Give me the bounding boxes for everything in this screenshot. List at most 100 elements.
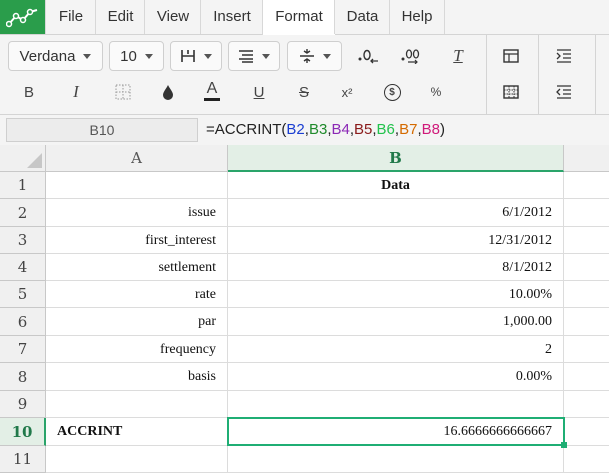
cell-c3[interactable] bbox=[564, 227, 609, 254]
menu-format[interactable]: Format bbox=[262, 0, 335, 35]
select-all-corner[interactable] bbox=[0, 145, 46, 172]
align-button[interactable] bbox=[228, 41, 280, 71]
formula-bar: B10 =ACCRINT(B2,B3,B4,B5,B6,B7,B8) bbox=[0, 115, 609, 146]
cell-b3[interactable]: 12/31/2012 bbox=[228, 227, 564, 254]
row-header-5[interactable]: 5 bbox=[0, 281, 46, 308]
cell-c4[interactable] bbox=[564, 254, 609, 281]
cell-c9[interactable] bbox=[564, 391, 609, 418]
cell-a3[interactable]: first_interest bbox=[46, 227, 228, 254]
row-header-11[interactable]: 11 bbox=[0, 446, 46, 473]
decrease-decimal-icon bbox=[358, 49, 378, 64]
menu-data[interactable]: Data bbox=[334, 0, 390, 34]
table-button[interactable] bbox=[497, 42, 525, 70]
cell-a6[interactable]: par bbox=[46, 308, 228, 336]
clear-format-icon: T bbox=[453, 46, 463, 65]
cell-c6[interactable] bbox=[564, 308, 609, 336]
valign-icon bbox=[299, 49, 314, 63]
cell-a9[interactable] bbox=[46, 391, 228, 418]
toolbar-divider bbox=[538, 35, 539, 114]
menu-file[interactable]: File bbox=[45, 0, 96, 34]
decrease-decimal-button[interactable] bbox=[354, 42, 382, 70]
row-header-9[interactable]: 9 bbox=[0, 391, 46, 418]
cell-a4[interactable]: settlement bbox=[46, 254, 228, 281]
row-header-8[interactable]: 8 bbox=[0, 363, 46, 391]
row-header-1[interactable]: 1 bbox=[0, 172, 46, 199]
column-header-a[interactable]: A bbox=[46, 145, 228, 172]
chevron-down-icon bbox=[262, 53, 270, 59]
cell-a7[interactable]: frequency bbox=[46, 336, 228, 363]
fill-handle[interactable] bbox=[561, 442, 567, 448]
cell-c10[interactable] bbox=[564, 418, 609, 446]
cell-b5[interactable]: 10.00% bbox=[228, 281, 564, 308]
borders-button[interactable] bbox=[170, 41, 222, 71]
cell-b8[interactable]: 0.00% bbox=[228, 363, 564, 391]
font-family-select[interactable]: Verdana bbox=[8, 41, 103, 71]
cell-b6[interactable]: 1,000.00 bbox=[228, 308, 564, 336]
toolbar-divider bbox=[486, 35, 487, 114]
row-header-10[interactable]: 10 bbox=[0, 418, 46, 446]
cell-c1[interactable] bbox=[564, 172, 609, 199]
formula-ref-b6: B6 bbox=[376, 121, 395, 138]
border-style-button[interactable] bbox=[109, 78, 137, 106]
column-header-b[interactable]: B bbox=[228, 145, 564, 172]
bold-button[interactable]: B bbox=[15, 78, 43, 106]
cell-c11[interactable] bbox=[564, 446, 609, 473]
underline-icon: U bbox=[253, 83, 265, 101]
cell-c5[interactable] bbox=[564, 281, 609, 308]
fill-color-button[interactable] bbox=[154, 78, 182, 106]
cell-a2[interactable]: issue bbox=[46, 199, 228, 227]
cell-b2[interactable]: 6/1/2012 bbox=[228, 199, 564, 227]
increase-decimal-icon bbox=[401, 49, 420, 64]
menu-insert[interactable]: Insert bbox=[200, 0, 263, 34]
clear-format-button[interactable]: T bbox=[444, 42, 472, 70]
row-header-4[interactable]: 4 bbox=[0, 254, 46, 281]
cell-a5[interactable]: rate bbox=[46, 281, 228, 308]
name-box[interactable]: B10 bbox=[6, 118, 198, 142]
chevron-down-icon bbox=[322, 53, 331, 59]
align-icon bbox=[239, 50, 253, 63]
cell-b7[interactable]: 2 bbox=[228, 336, 564, 363]
increase-decimal-button[interactable] bbox=[398, 42, 426, 70]
formula-ref-b7: B7 bbox=[399, 121, 418, 138]
cell-b10[interactable]: 16.6666666666667 bbox=[228, 418, 564, 446]
strikethrough-button[interactable]: S bbox=[290, 78, 318, 106]
text-color-button[interactable]: A bbox=[198, 77, 226, 105]
italic-button[interactable]: I bbox=[62, 78, 90, 106]
underline-button[interactable]: U bbox=[245, 78, 273, 106]
column-header-c[interactable] bbox=[564, 145, 609, 172]
cell-a10[interactable]: ACCRINT bbox=[46, 418, 228, 446]
cell-c8[interactable] bbox=[564, 363, 609, 391]
percent-button[interactable]: % bbox=[422, 78, 450, 106]
currency-button[interactable]: $ bbox=[378, 78, 406, 106]
row-header-2[interactable]: 2 bbox=[0, 199, 46, 227]
indent-button[interactable] bbox=[550, 42, 578, 70]
outdent-icon bbox=[556, 85, 571, 99]
cell-c2[interactable] bbox=[564, 199, 609, 227]
font-size-value: 10 bbox=[120, 47, 137, 65]
chevron-down-icon bbox=[144, 53, 153, 59]
font-size-select[interactable]: 10 bbox=[109, 41, 164, 71]
app-logo-icon[interactable] bbox=[0, 0, 45, 34]
chevron-down-icon bbox=[204, 53, 212, 59]
cell-a8[interactable]: basis bbox=[46, 363, 228, 391]
formula-suffix: ) bbox=[439, 121, 445, 138]
superscript-button[interactable]: x² bbox=[333, 78, 361, 106]
row-header-7[interactable]: 7 bbox=[0, 336, 46, 363]
cell-b1[interactable]: Data bbox=[228, 172, 564, 199]
menu-edit[interactable]: Edit bbox=[95, 0, 145, 34]
formula-input[interactable]: =ACCRINT(B2,B3,B4,B5,B6,B7,B8) bbox=[200, 115, 445, 145]
cell-a1[interactable] bbox=[46, 172, 228, 199]
menu-help[interactable]: Help bbox=[389, 0, 445, 34]
row-header-6[interactable]: 6 bbox=[0, 308, 46, 336]
cell-a11[interactable] bbox=[46, 446, 228, 473]
grid-button[interactable] bbox=[497, 78, 525, 106]
row-header-3[interactable]: 3 bbox=[0, 227, 46, 254]
cell-b9[interactable] bbox=[228, 391, 564, 418]
cell-c7[interactable] bbox=[564, 336, 609, 363]
cell-b4[interactable]: 8/1/2012 bbox=[228, 254, 564, 281]
outdent-button[interactable] bbox=[550, 78, 578, 106]
cell-b11[interactable] bbox=[228, 446, 564, 473]
valign-button[interactable] bbox=[287, 41, 342, 71]
borders-icon bbox=[181, 50, 195, 62]
menu-view[interactable]: View bbox=[144, 0, 201, 34]
